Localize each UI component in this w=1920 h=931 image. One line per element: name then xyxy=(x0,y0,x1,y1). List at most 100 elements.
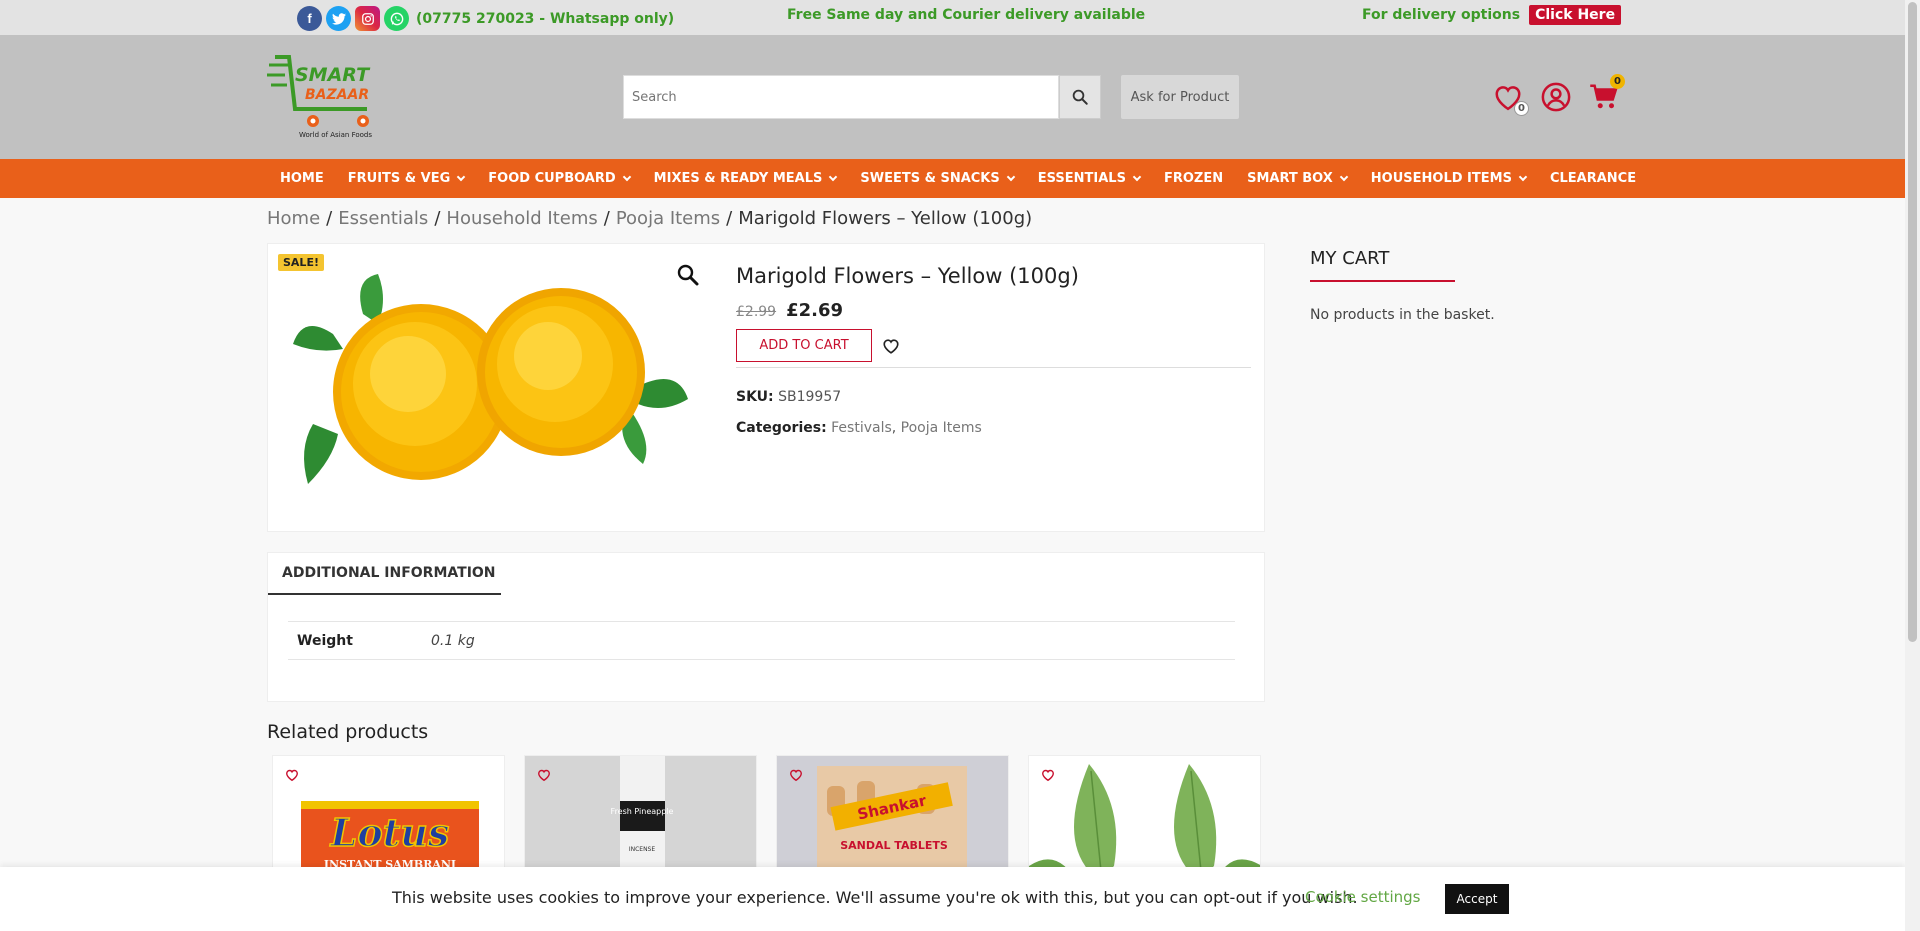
wishlist-icon[interactable] xyxy=(285,768,299,782)
delivery-message: Free Same day and Courier delivery avail… xyxy=(787,7,1146,23)
breadcrumb-link[interactable]: Household Items xyxy=(446,208,597,229)
delivery-options-label: For delivery options xyxy=(1362,7,1521,23)
sku-label: SKU: xyxy=(736,389,774,405)
related-label-lotus: Lotus xyxy=(330,810,450,855)
sale-badge: SALE! xyxy=(278,254,324,271)
product-categories: Categories: Festivals, Pooja Items xyxy=(736,420,982,436)
click-here-button[interactable]: Click Here xyxy=(1529,5,1622,25)
wishlist-icon[interactable] xyxy=(1041,768,1055,782)
nav-list: HOME FRUITS & VEG FOOD CUPBOARD MIXES & REA… xyxy=(268,159,1648,198)
related-sublabel-pineapple: INCENSE xyxy=(629,846,656,853)
nav-item-household-items[interactable]: HOUSEHOLD ITEMS xyxy=(1359,171,1538,186)
nav-item-fruits-veg[interactable]: FRUITS & VEG xyxy=(336,171,477,186)
nav-item-label: CLEARANCE xyxy=(1549,171,1637,186)
sale-price: £2.69 xyxy=(786,300,844,321)
sku-value: SB19957 xyxy=(778,389,842,405)
whatsapp-icon[interactable] xyxy=(384,6,409,31)
logo-tagline: World of Asian Foods xyxy=(299,131,372,139)
sidebar-title-underline xyxy=(1310,280,1455,282)
page-scrollbar[interactable] xyxy=(1905,0,1920,931)
cookie-text: This website uses cookies to improve you… xyxy=(392,888,1358,907)
nav-item-essentials[interactable]: ESSENTIALS xyxy=(1026,171,1152,186)
ask-for-product-button[interactable]: Ask for Product xyxy=(1121,75,1239,119)
cookie-accept-button[interactable]: Accept xyxy=(1445,884,1509,914)
add-to-wishlist-icon[interactable] xyxy=(882,337,900,355)
facebook-icon[interactable]: f xyxy=(297,6,322,31)
add-to-cart-button[interactable]: ADD TO CART xyxy=(736,329,872,362)
nav-item-food-cupboard[interactable]: FOOD CUPBOARD xyxy=(476,171,641,186)
regular-price: £2.99 xyxy=(736,304,777,320)
related-sublabel-shankar: SANDAL TABLETS xyxy=(840,839,948,852)
categories-label: Categories: xyxy=(736,420,827,436)
breadcrumb-link[interactable]: Essentials xyxy=(338,208,428,229)
chevron-down-icon xyxy=(1518,172,1528,181)
search-button[interactable] xyxy=(1059,75,1101,119)
cart-button[interactable]: 0 xyxy=(1589,74,1625,112)
sidebar-cart-title: MY CART xyxy=(1310,248,1390,269)
sidebar-cart-empty: No products in the basket. xyxy=(1310,307,1495,323)
related-products-title: Related products xyxy=(267,721,429,743)
phone-number: (07775 270023 - Whatsapp only) xyxy=(416,10,675,27)
nav-item-label: SMART BOX xyxy=(1247,171,1333,186)
search-icon xyxy=(1072,89,1088,105)
wishlist-count: 0 xyxy=(1514,101,1529,116)
wishlist-icon[interactable] xyxy=(537,768,551,782)
related-label-pineapple: Fresh Pineapple xyxy=(611,807,674,816)
nav-item-label: FRUITS & VEG xyxy=(347,171,451,186)
wishlist-button[interactable]: 0 xyxy=(1493,82,1529,116)
twitter-icon[interactable] xyxy=(326,6,351,31)
nav-item-label: HOUSEHOLD ITEMS xyxy=(1370,171,1512,186)
divider xyxy=(736,367,1251,368)
product-sku: SKU: SB19957 xyxy=(736,389,841,405)
nav-item-smart-box[interactable]: SMART BOX xyxy=(1235,171,1359,186)
breadcrumb-link[interactable]: Pooja Items xyxy=(616,208,720,229)
product-summary: SALE! Marigold Flowers – Yellow (100g) £… xyxy=(267,243,1265,532)
social-links: f (07775 270023 - Whatsapp only) xyxy=(297,6,674,31)
nav-item-frozen[interactable]: FROZEN xyxy=(1152,171,1235,186)
category-link-pooja-items[interactable]: Pooja Items xyxy=(901,420,982,436)
chevron-down-icon xyxy=(1006,172,1015,181)
chevron-down-icon xyxy=(829,172,838,181)
chevron-down-icon xyxy=(622,172,631,181)
delivery-options: For delivery options Click Here xyxy=(1362,5,1622,25)
user-icon xyxy=(1541,82,1571,112)
nav-item-label: FOOD CUPBOARD xyxy=(488,171,616,186)
attribute-name: Weight xyxy=(297,632,353,649)
nav-item-sweets-snacks[interactable]: SWEETS & SNACKS xyxy=(848,171,1025,186)
breadcrumb: Home / Essentials / Household Items / Pooja It… xyxy=(267,208,1032,229)
breadcrumb-separator: / xyxy=(434,208,441,229)
nav-item-home[interactable]: HOME xyxy=(268,171,336,186)
scrollbar-thumb[interactable] xyxy=(1908,2,1917,642)
cart-count: 0 xyxy=(1610,74,1625,89)
nav-item-mixes-ready-meals[interactable]: MIXES & READY MEALS xyxy=(642,171,849,186)
account-button[interactable] xyxy=(1541,82,1571,112)
search-input[interactable] xyxy=(623,75,1059,119)
chevron-down-icon xyxy=(1339,172,1349,181)
search-bar xyxy=(623,75,1101,119)
breadcrumb-link[interactable]: Home xyxy=(267,208,320,229)
product-image[interactable] xyxy=(293,274,688,504)
top-bar: f (07775 270023 - Whatsapp only) Free Sa… xyxy=(0,0,1905,35)
wishlist-icon[interactable] xyxy=(789,768,803,782)
breadcrumb-separator: / xyxy=(726,208,733,229)
attribute-row: Weight 0.1 kg xyxy=(288,621,1235,660)
category-link-festivals[interactable]: Festivals xyxy=(831,420,892,436)
site-logo[interactable]: SMART BAZAAR World of Asian Foods xyxy=(267,53,385,141)
product-title: Marigold Flowers – Yellow (100g) xyxy=(736,264,1079,288)
tab-additional-information[interactable]: ADDITIONAL INFORMATION xyxy=(268,553,501,595)
breadcrumb-current: Marigold Flowers – Yellow (100g) xyxy=(738,208,1033,229)
breadcrumb-separator: / xyxy=(603,208,610,229)
product-tabs: ADDITIONAL INFORMATION Weight 0.1 kg xyxy=(267,552,1265,702)
chevron-down-icon xyxy=(457,172,466,181)
cookie-settings-link[interactable]: Cookie settings xyxy=(1305,888,1421,906)
cookie-banner: This website uses cookies to improve you… xyxy=(0,867,1905,931)
product-price: £2.99 £2.69 xyxy=(736,300,843,321)
nav-item-clearance[interactable]: CLEARANCE xyxy=(1538,171,1648,186)
instagram-icon[interactable] xyxy=(355,6,380,31)
breadcrumb-separator: / xyxy=(326,208,333,229)
nav-item-label: HOME xyxy=(280,171,324,186)
logo-text-bazaar: BAZAAR xyxy=(305,87,369,103)
site-header: SMART BAZAAR World of Asian Foods Ask fo… xyxy=(0,35,1905,159)
main-nav: HOME FRUITS & VEG FOOD CUPBOARD MIXES & REA… xyxy=(0,159,1905,198)
nav-item-label: ESSENTIALS xyxy=(1037,171,1126,186)
